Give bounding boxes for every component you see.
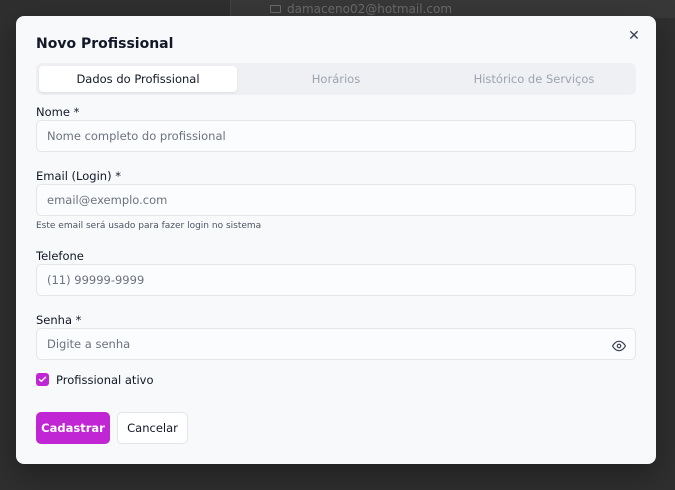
new-professional-dialog: Novo Profissional ✕ Dados do Profissiona…	[16, 16, 656, 464]
tab-dados-profissional[interactable]: Dados do Profissional	[39, 66, 237, 92]
tab-historico-servicos[interactable]: Histórico de Serviços	[435, 66, 633, 92]
nome-label: Nome *	[36, 105, 80, 119]
email-hint: Este email será usado para fazer login n…	[36, 221, 262, 231]
eye-icon[interactable]	[612, 338, 626, 352]
telefone-label: Telefone	[36, 249, 84, 263]
tab-list: Dados do Profissional Horários Histórico…	[36, 63, 636, 95]
profissional-ativo-checkbox[interactable]	[36, 373, 49, 386]
mail-icon	[270, 5, 281, 13]
check-icon	[38, 376, 47, 383]
cancel-button[interactable]: Cancelar	[117, 412, 188, 444]
senha-input[interactable]	[36, 328, 636, 360]
dialog-title: Novo Profissional	[36, 36, 174, 52]
nome-input[interactable]	[36, 120, 636, 152]
background-email: damaceno02@hotmail.com	[270, 2, 452, 16]
profissional-ativo-label: Profissional ativo	[56, 373, 154, 387]
cadastrar-button[interactable]: Cadastrar	[36, 412, 110, 444]
telefone-input[interactable]	[36, 264, 636, 296]
close-icon[interactable]: ✕	[626, 28, 642, 44]
email-label: Email (Login) *	[36, 169, 121, 183]
email-input[interactable]	[36, 184, 636, 216]
senha-label: Senha *	[36, 313, 82, 327]
background-email-text: damaceno02@hotmail.com	[287, 2, 453, 16]
tab-horarios[interactable]: Horários	[237, 66, 435, 92]
